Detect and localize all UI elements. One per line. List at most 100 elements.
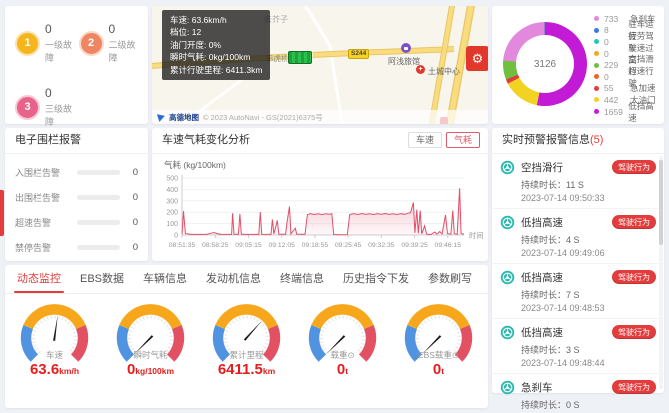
donut-legend: 733 急刹车 8 驻车运行 0 疲劳驾驶 0	[594, 13, 660, 117]
legend-dot	[594, 28, 599, 33]
road-number-badge: S244	[348, 49, 369, 59]
fence-value: 0	[126, 242, 138, 253]
gauge-value: 6411.5km	[199, 361, 294, 378]
svg-text:09:05:15: 09:05:15	[235, 242, 262, 249]
detail-tab[interactable]: 历史指令下发	[343, 270, 409, 293]
fence-progress-bar	[77, 170, 120, 175]
alert-item[interactable]: 低挡高速 驾驶行为 持续时长：7 S 2023-07-14 09:48:53	[492, 264, 664, 319]
bus-stop-icon	[401, 43, 411, 53]
alert-duration: 4 S	[566, 235, 580, 245]
steering-wheel-icon	[500, 325, 515, 340]
legend-value: 0	[604, 72, 628, 82]
gauge-unit: kg/100km	[135, 366, 174, 376]
gauge: EBS载重⊙ 0t	[391, 298, 486, 406]
gauge-unit: km	[263, 366, 275, 376]
alert-item[interactable]: 低挡高速 驾驶行为 持续时长：3 S 2023-07-14 09:48:44	[492, 319, 664, 374]
gas-toggle-button[interactable]: 气耗	[446, 132, 480, 148]
speed-toggle-button[interactable]: 车速	[408, 132, 442, 148]
alert-timestamp: 2023-07-14 09:49:06	[521, 248, 656, 258]
legend-value: 442	[604, 95, 630, 105]
alert-type-badge: 驾驶行为	[612, 380, 656, 394]
svg-text:09:46:15: 09:46:15	[435, 242, 462, 249]
legend-dot	[594, 51, 599, 56]
svg-text:08:51:35: 08:51:35	[169, 242, 196, 249]
alert-title: 低挡高速	[521, 215, 563, 230]
scrollbar-thumb[interactable]	[659, 160, 663, 245]
vehicle-tooltip: 车速: 63.6km/h档位: 12油门开度: 0%瞬时气耗: 0kg/100k…	[162, 10, 270, 80]
legend-row[interactable]: 55 急加速	[594, 83, 660, 95]
fault-label: 一级故障	[45, 38, 79, 64]
gauge-unit: km/h	[59, 366, 79, 376]
alert-type-badge: 驾驶行为	[612, 215, 656, 229]
amap-logo-icon	[157, 112, 166, 122]
detail-tab[interactable]: EBS数据	[80, 270, 124, 293]
gas-chart-panel: 车速气耗变化分析 车速 气耗 气耗 (kg/100km) 01002003004…	[152, 128, 488, 261]
legend-row[interactable]: 1659 低挡高速	[594, 106, 660, 118]
fault-label: 二级故障	[109, 38, 143, 64]
map-copyright: © 2023 AutoNavi - GS(2021)6375号	[203, 112, 323, 123]
alerts-scrollbar[interactable]	[659, 156, 663, 389]
alert-timestamp: 2023-07-14 09:48:53	[521, 303, 656, 313]
alert-duration: 0 S	[566, 400, 580, 410]
svg-text:09:39:25: 09:39:25	[401, 242, 428, 249]
map-settings-button[interactable]: ⚙	[466, 46, 488, 71]
alert-timestamp: 2023-07-14 09:48:44	[521, 358, 656, 368]
legend-dot	[594, 39, 599, 44]
vehicle-marker[interactable]	[288, 51, 312, 64]
detail-tab[interactable]: 终端信息	[280, 270, 324, 293]
alert-type-badge: 驾驶行为	[612, 325, 656, 339]
legend-value: 0	[604, 37, 628, 47]
fault-item: 3 0 三级故障	[15, 86, 79, 128]
gauge-value: 0t	[391, 361, 486, 378]
gas-consumption-chart[interactable]: 010020030040050008:51:3508:58:2509:05:15…	[152, 171, 488, 259]
legend-value: 1659	[604, 107, 628, 117]
fence-value: 0	[126, 192, 138, 203]
fence-row: 禁停告警 0	[15, 235, 138, 260]
fence-alarm-panel: 电子围栏报警 入围栏告警 0 出围栏告警 0 超速告警 0	[5, 128, 148, 261]
alert-item[interactable]: 空挡滑行 驾驶行为 持续时长：11 S 2023-07-14 09:50:33	[492, 154, 664, 209]
fault-item: 1 0 一级故障	[15, 22, 79, 64]
steering-wheel-icon	[500, 380, 515, 395]
behavior-donut-panel: 3126 733 急刹车 8 驻车运行 0 疲劳驾驶	[492, 6, 664, 124]
gauge-label: 载重⊙	[295, 349, 390, 361]
gauge-needle	[244, 320, 263, 341]
gauge-label: 瞬时气耗	[103, 349, 198, 361]
svg-text:时间: 时间	[469, 231, 483, 240]
realtime-alerts-panel: 实时预警报警信息(5) 空挡滑行	[492, 128, 664, 393]
detail-tabs: 动态监控 EBS数据 车辆信息 发动机信息 终端信息 历史指令下发 参数刷写	[5, 265, 488, 294]
fence-label: 出围栏告警	[15, 191, 71, 204]
tooltip-line: 档位: 12	[170, 26, 262, 38]
tooltip-line: 车速: 63.6km/h	[170, 14, 262, 26]
alert-item[interactable]: 低挡高速 驾驶行为 持续时长：4 S 2023-07-14 09:49:06	[492, 209, 664, 264]
legend-value: 8	[604, 25, 628, 35]
alert-title: 急刹车	[521, 380, 553, 395]
hospital-icon: +	[416, 65, 425, 74]
left-edge-handle[interactable]	[0, 190, 4, 236]
fence-value: 0	[126, 217, 138, 228]
legend-row[interactable]: 0 超速行驶	[594, 71, 660, 83]
chart-unit-label: 气耗 (kg/100km)	[164, 159, 226, 171]
fault-level-icon: 3	[15, 95, 40, 120]
fence-rows: 入围栏告警 0 出围栏告警 0 超速告警 0 禁停告警	[5, 154, 148, 260]
gauge: 累计里程 6411.5km	[199, 298, 294, 406]
detail-tab[interactable]: 发动机信息	[206, 270, 261, 293]
alert-item[interactable]: 急刹车 驾驶行为 持续时长：0 S 2023-07-14 09:48:38	[492, 374, 664, 413]
legend-value: 0	[604, 49, 628, 59]
gauge-unit: t	[441, 366, 444, 376]
alerts-list: 空挡滑行 驾驶行为 持续时长：11 S 2023-07-14 09:50:33	[492, 154, 664, 413]
detail-tab[interactable]: 动态监控	[17, 270, 61, 293]
detail-tab[interactable]: 车辆信息	[143, 270, 187, 293]
legend-label: 急加速	[630, 82, 656, 94]
gauge-label: 累计里程	[199, 349, 294, 361]
map-panel[interactable]: 去芥子 串虎桥 S244 阿浅旅馆 + 土城中心 车速: 63.6km/h档位:…	[152, 6, 488, 124]
map-attribution: 高德地图 © 2023 AutoNavi - GS(2021)6375号	[152, 110, 488, 124]
steering-wheel-icon	[500, 160, 515, 175]
svg-text:400: 400	[166, 187, 178, 194]
alert-title: 低挡高速	[521, 325, 563, 340]
detail-tab[interactable]: 参数刷写	[428, 270, 472, 293]
fence-label: 入围栏告警	[15, 166, 71, 179]
svg-text:300: 300	[166, 198, 178, 205]
svg-text:100: 100	[166, 221, 178, 228]
behavior-donut-chart[interactable]: 3126	[503, 22, 587, 106]
fence-row: 超速告警 0	[15, 210, 138, 235]
